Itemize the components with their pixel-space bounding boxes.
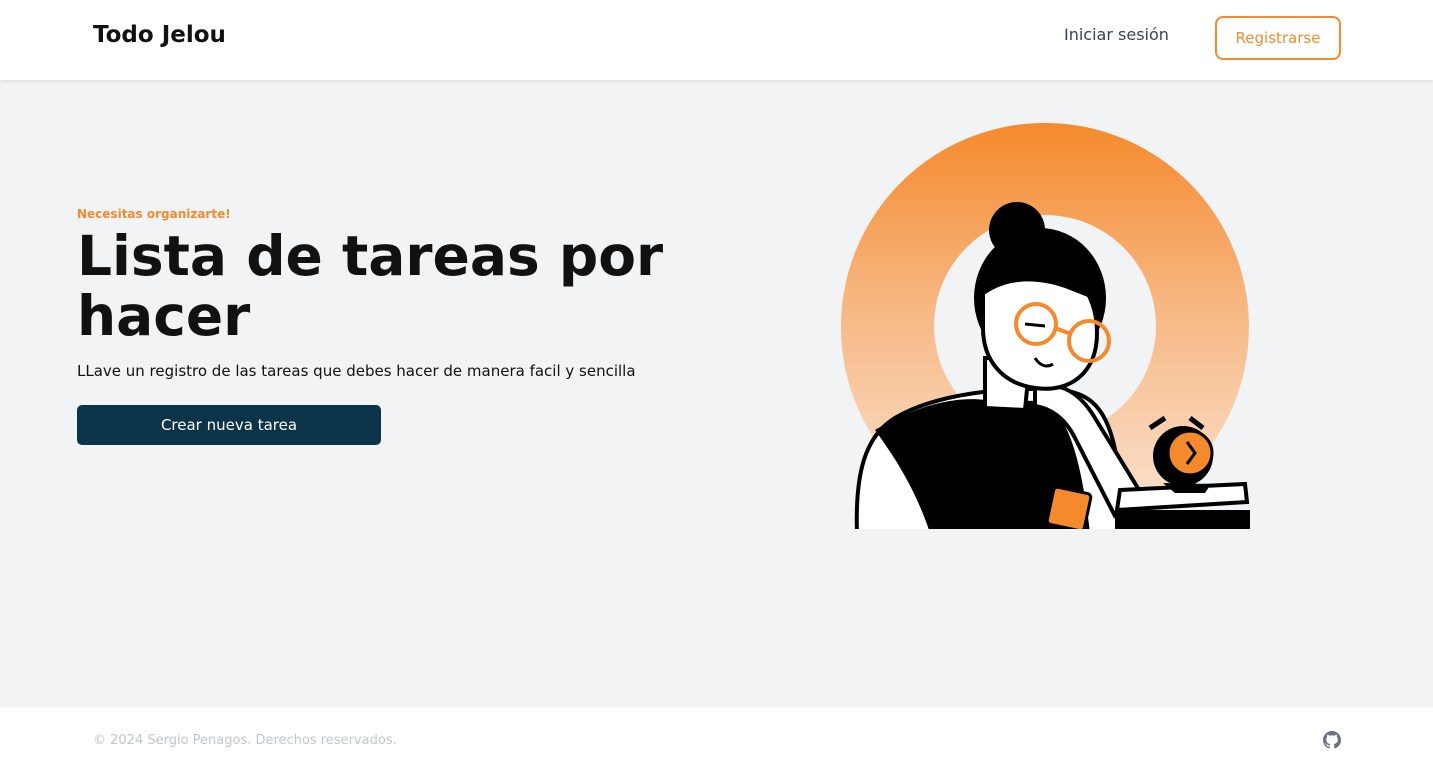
footer: © 2024 Sergio Penagos. Derechos reservad…: [0, 707, 1433, 766]
github-icon[interactable]: [1323, 731, 1341, 749]
hero-eyebrow: Necesitas organizarte!: [77, 207, 231, 221]
create-task-button[interactable]: Crear nueva tarea: [77, 405, 381, 445]
brand-logo[interactable]: Todo Jelou: [93, 22, 226, 48]
page-title: Lista de tareas por hacer: [77, 224, 664, 348]
person-with-clock-illustration: [840, 123, 1250, 529]
hero-illustration: [835, 118, 1255, 533]
hero-subtitle: LLave un registro de las tareas que debe…: [77, 362, 636, 380]
login-link[interactable]: Iniciar sesión: [1064, 25, 1169, 44]
register-button[interactable]: Registrarse: [1215, 16, 1341, 60]
navbar: Todo Jelou Iniciar sesión Registrarse: [0, 0, 1433, 80]
footer-copyright: © 2024 Sergio Penagos. Derechos reservad…: [93, 733, 397, 748]
